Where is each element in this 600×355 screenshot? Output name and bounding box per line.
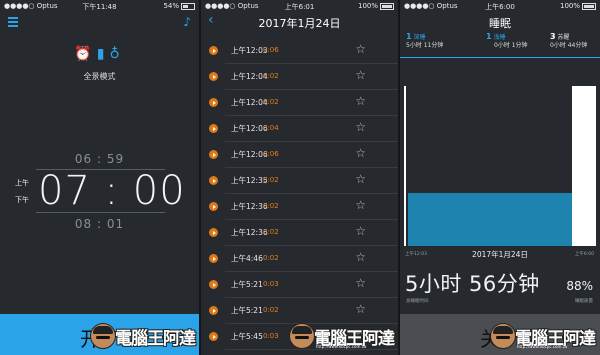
mode-icons[interactable]: ⏰▮♁ — [0, 46, 199, 62]
star-icon[interactable]: ☆ — [355, 42, 366, 56]
alarm-clock-icon: ⏰ — [74, 46, 97, 62]
recording-row[interactable]: 上午12:36 0:02 ☆ — [201, 194, 398, 220]
recording-row[interactable]: 上午12:06 0:06 ☆ — [201, 142, 398, 168]
play-icon[interactable] — [209, 72, 218, 81]
play-icon[interactable] — [209, 228, 218, 237]
recording-duration: 0:02 — [263, 306, 279, 314]
sleep-chart — [404, 86, 596, 246]
mode-label: 全景模式 — [83, 72, 116, 81]
recording-row[interactable]: 上午12:06 0:04 ☆ — [201, 116, 398, 142]
star-icon[interactable]: ☆ — [355, 120, 366, 134]
play-icon[interactable] — [209, 202, 218, 211]
mascot-icon — [90, 323, 116, 349]
sleep-screen: ●●●●○ Optus 上午6:00 100% 睡眠 1 深睡 5小时 11分钟… — [400, 0, 600, 355]
row-divider — [225, 349, 398, 350]
star-icon[interactable]: ☆ — [355, 276, 366, 290]
recording-row[interactable]: 上午12:03 0:06 ☆ — [201, 38, 398, 64]
star-icon[interactable]: ☆ — [355, 146, 366, 160]
recording-row[interactable]: 上午4:46 0:02 ☆ — [201, 246, 398, 272]
stat-awake: 3 苏醒 0小时 44分钟 — [550, 32, 588, 50]
status-bar: ●●●●○ Optus 上午6:01 100% — [201, 0, 398, 12]
star-icon[interactable]: ☆ — [355, 250, 366, 264]
sleep-quality: 88% — [566, 279, 593, 293]
stat-deep-sleep: 1 深睡 5小时 11分钟 — [406, 32, 444, 50]
recording-duration: 0:02 — [263, 202, 279, 210]
am-label[interactable]: 上午 — [15, 178, 29, 188]
bar-chart-icon: ▮ — [96, 46, 110, 62]
alarm-time[interactable]: 07 : 00 — [38, 168, 186, 214]
battery-icon — [380, 2, 394, 10]
wheel-next-time[interactable]: 08 : 01 — [0, 217, 199, 231]
recording-duration: 0:02 — [263, 254, 279, 262]
wheel-divider — [36, 212, 165, 213]
deep-sleep-area — [408, 193, 451, 246]
play-icon[interactable] — [209, 254, 218, 263]
awake-bar — [404, 86, 406, 246]
recording-time: 上午5:21 — [231, 280, 263, 289]
mascot-icon — [289, 323, 315, 349]
sleep-quality-label: 睡眠质量 — [575, 299, 593, 304]
recording-time: 上午4:46 — [231, 254, 263, 263]
recordings-screen: ●●●●○ Optus 上午6:01 100% ‹ 2017年1月24日 上午1… — [201, 0, 398, 355]
stats-divider — [400, 57, 600, 58]
pm-label[interactable]: 下午 — [15, 195, 29, 205]
star-icon[interactable]: ☆ — [355, 94, 366, 108]
battery-icon — [582, 2, 596, 10]
recording-duration: 0:03 — [263, 332, 279, 340]
recording-duration: 0:04 — [263, 124, 279, 132]
music-note-icon[interactable]: ♪ — [183, 15, 191, 29]
recording-row[interactable]: 上午5:21 0:02 ☆ — [201, 298, 398, 324]
play-icon[interactable] — [209, 124, 218, 133]
x-tick-end: 上午6:00 — [574, 252, 594, 257]
star-icon[interactable]: ☆ — [355, 224, 366, 238]
play-icon[interactable] — [209, 176, 218, 185]
total-sleep-label: 总睡眠时间 — [406, 299, 429, 304]
alarm-screen: ●●●●○ Optus 下午11:48 54% ♪ ⏰▮♁ 全景模式 06 : … — [0, 0, 199, 355]
microphone-icon: ♁ — [109, 46, 125, 62]
play-icon[interactable] — [209, 98, 218, 107]
recording-time: 上午5:21 — [231, 306, 263, 315]
recording-row[interactable]: 上午12:36 0:02 ☆ — [201, 220, 398, 246]
wheel-prev-time[interactable]: 06 : 59 — [0, 152, 199, 166]
recording-row[interactable]: 上午12:04 0:02 ☆ — [201, 90, 398, 116]
play-icon[interactable] — [209, 280, 218, 289]
page-title: 2017年1月24日 — [258, 17, 341, 30]
stat-light-sleep: 1 浅睡 0小时 1分钟 — [486, 32, 528, 50]
menu-icon[interactable] — [8, 17, 18, 29]
page-title: 睡眠 — [489, 17, 511, 30]
deep-sleep-area — [500, 193, 573, 246]
mascot-icon — [490, 323, 516, 349]
recording-duration: 0:02 — [263, 228, 279, 236]
star-icon[interactable]: ☆ — [355, 302, 366, 316]
deep-sleep-area — [450, 193, 501, 246]
play-icon[interactable] — [209, 306, 218, 315]
recording-row[interactable]: 上午5:21 0:03 ☆ — [201, 272, 398, 298]
status-bar: ●●●●○ Optus 上午6:00 100% — [400, 0, 600, 12]
recording-duration: 0:06 — [263, 46, 279, 54]
recording-row[interactable]: 上午12:04 0:02 ☆ — [201, 64, 398, 90]
battery-icon — [181, 2, 195, 10]
star-icon[interactable]: ☆ — [355, 172, 366, 186]
recording-duration: 0:02 — [263, 176, 279, 184]
battery-status: 100% — [560, 2, 596, 10]
play-icon[interactable] — [209, 332, 218, 341]
awake-bar — [572, 86, 596, 246]
battery-status: 54% — [163, 2, 195, 10]
star-icon[interactable]: ☆ — [355, 198, 366, 212]
play-icon[interactable] — [209, 46, 218, 55]
star-icon[interactable]: ☆ — [355, 68, 366, 82]
status-bar: ●●●●○ Optus 下午11:48 54% — [0, 0, 199, 12]
recording-duration: 0:03 — [263, 280, 279, 288]
recording-duration: 0:02 — [263, 72, 279, 80]
recording-duration: 0:06 — [263, 150, 279, 158]
recording-time: 上午5:45 — [231, 332, 263, 341]
battery-status: 100% — [358, 2, 394, 10]
recording-row[interactable]: 上午12:35 0:02 ☆ — [201, 168, 398, 194]
play-icon[interactable] — [209, 150, 218, 159]
recording-duration: 0:02 — [263, 98, 279, 106]
chart-date: 2017年1月24日 — [472, 250, 528, 259]
total-sleep: 5小时 56分钟 — [405, 272, 540, 296]
